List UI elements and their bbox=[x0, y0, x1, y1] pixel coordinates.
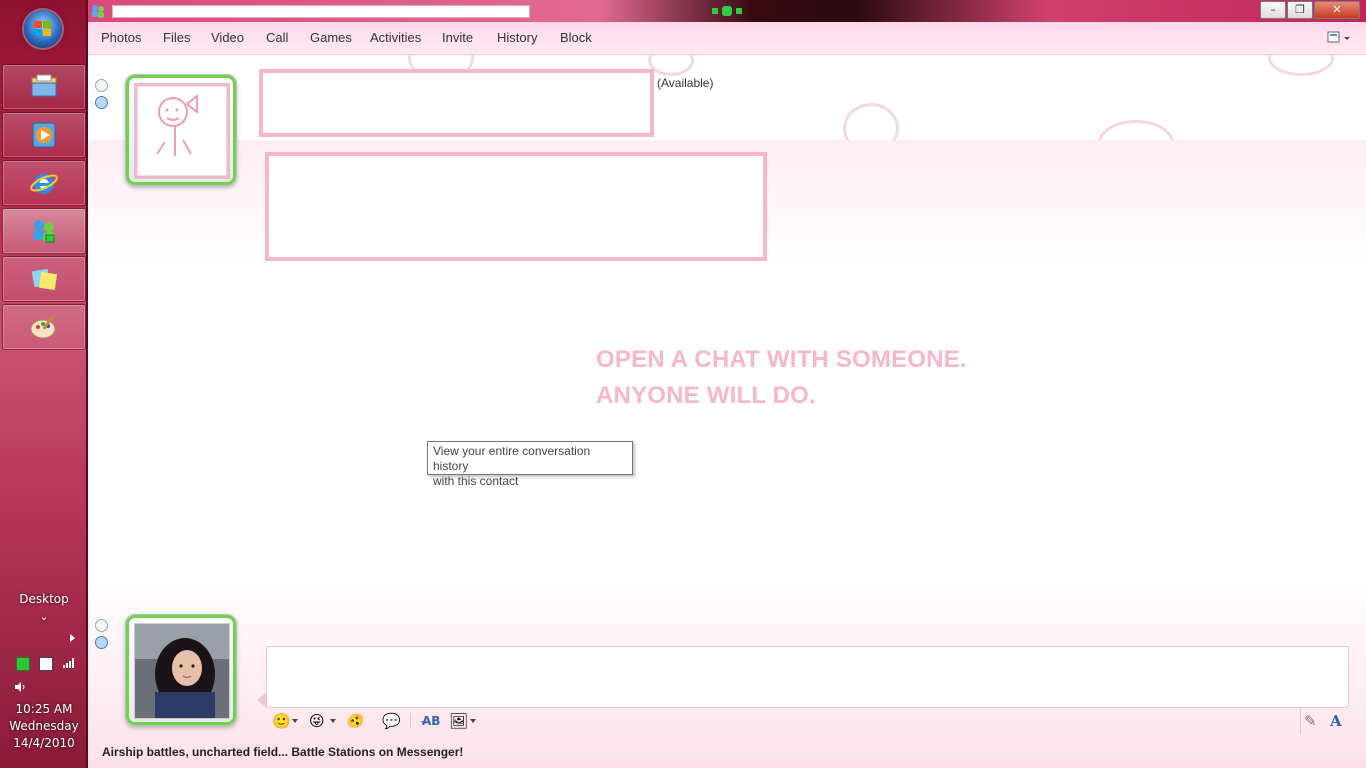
voice-clip-icon[interactable]: 💬 bbox=[382, 713, 401, 729]
menu-block[interactable]: Block bbox=[560, 30, 592, 45]
clock-day[interactable]: Wednesday bbox=[0, 719, 88, 733]
webcam-icon[interactable] bbox=[95, 96, 108, 109]
taskbar-button-paint[interactable] bbox=[2, 304, 86, 350]
type-mode-icon[interactable]: A bbox=[1330, 713, 1342, 729]
menu-bar: Photos Files Video Call Games Activities… bbox=[88, 22, 1366, 55]
wink-dropdown-icon[interactable] bbox=[330, 719, 336, 723]
internet-explorer-icon bbox=[30, 174, 58, 194]
emoticon-icon[interactable]: 🙂 bbox=[272, 713, 291, 729]
status-indicator-icon bbox=[712, 6, 742, 16]
own-webcam-icon[interactable] bbox=[95, 636, 108, 649]
messenger-icon bbox=[33, 220, 55, 243]
taskbar-button-sticky-notes[interactable] bbox=[2, 256, 86, 302]
taskbar-button-media-player[interactable] bbox=[2, 112, 86, 158]
menu-photos[interactable]: Photos bbox=[101, 30, 141, 45]
toolbar-separator bbox=[410, 713, 411, 729]
menu-invite[interactable]: Invite bbox=[442, 30, 473, 45]
collapse-own-picture-icon[interactable] bbox=[95, 619, 108, 632]
expand-tray-icon[interactable] bbox=[70, 634, 75, 642]
network-icon[interactable] bbox=[62, 657, 74, 669]
chevron-down-icon[interactable]: ⌄ bbox=[0, 610, 88, 623]
volume-icon[interactable] bbox=[14, 681, 26, 693]
show-menu-icon[interactable] bbox=[1327, 31, 1351, 45]
background-doodle bbox=[648, 55, 694, 76]
media-player-icon bbox=[32, 122, 56, 148]
window-title-bar[interactable]: – ❐ ✕ bbox=[88, 0, 1366, 22]
conversation-message-line-1: OPEN A CHAT WITH SOMEONE. bbox=[596, 346, 967, 373]
taskbar-button-explorer[interactable] bbox=[2, 64, 86, 110]
windows-logo-icon bbox=[34, 21, 52, 37]
tooltip-line-2: with this contact bbox=[433, 474, 519, 488]
sticky-notes-icon bbox=[31, 268, 58, 291]
emoticon-dropdown-icon[interactable] bbox=[292, 719, 298, 723]
collapse-picture-icon[interactable] bbox=[95, 79, 108, 92]
history-tooltip: View your entire conversation history wi… bbox=[427, 441, 633, 488]
contact-avatar-frame[interactable] bbox=[125, 74, 237, 186]
messenger-tray-icon[interactable] bbox=[16, 657, 30, 671]
taskbar-button-messenger[interactable] bbox=[2, 208, 86, 254]
paint-icon bbox=[30, 314, 56, 339]
ad-banner-text[interactable]: Airship battles, uncharted field... Batt… bbox=[102, 745, 463, 759]
file-explorer-icon bbox=[31, 74, 57, 97]
message-box bbox=[265, 152, 767, 261]
contact-status: (Available) bbox=[657, 76, 714, 90]
desktop-label[interactable]: Desktop bbox=[0, 592, 88, 606]
handwrite-icon[interactable]: ✎ bbox=[1304, 713, 1317, 729]
start-button[interactable] bbox=[24, 10, 62, 48]
clock-time[interactable]: 10:25 AM bbox=[0, 702, 88, 716]
menu-games[interactable]: Games bbox=[310, 30, 352, 45]
font-icon[interactable]: A̶B bbox=[422, 713, 440, 729]
action-center-icon[interactable] bbox=[39, 657, 53, 671]
background-doodle bbox=[843, 103, 899, 140]
background-doodle bbox=[1268, 55, 1334, 76]
taskbar: Desktop ⌄ 10:25 AM Wednesday 14/4/2010 bbox=[0, 0, 88, 768]
minimize-button[interactable]: – bbox=[1260, 1, 1286, 19]
background-icon[interactable]: 🖼 bbox=[449, 713, 468, 729]
wink-icon[interactable]: 😜 bbox=[309, 713, 325, 729]
contact-avatar bbox=[134, 83, 230, 179]
own-avatar bbox=[134, 623, 230, 719]
menu-files[interactable]: Files bbox=[163, 30, 190, 45]
maximize-button[interactable]: ❐ bbox=[1287, 1, 1313, 19]
window-title bbox=[112, 5, 530, 18]
own-avatar-frame[interactable] bbox=[125, 614, 237, 726]
clock-date[interactable]: 14/4/2010 bbox=[0, 736, 88, 750]
conversation-message-line-2: ANYONE WILL DO. bbox=[596, 382, 816, 409]
menu-history[interactable]: History bbox=[497, 30, 537, 45]
background-dropdown-icon[interactable] bbox=[470, 719, 476, 723]
nudge-icon[interactable]: 🫨 bbox=[346, 713, 365, 729]
close-button[interactable]: ✕ bbox=[1314, 1, 1360, 19]
input-toolbar: 🙂 😜 🫨 💬 A̶B 🖼 ✎ A bbox=[266, 708, 1347, 734]
messenger-app-icon bbox=[92, 5, 104, 18]
menu-video[interactable]: Video bbox=[211, 30, 244, 45]
contact-name-box bbox=[259, 69, 654, 137]
message-input[interactable] bbox=[266, 646, 1349, 708]
background-doodle bbox=[1098, 120, 1174, 140]
menu-activities[interactable]: Activities bbox=[370, 30, 421, 45]
menu-call[interactable]: Call bbox=[266, 30, 288, 45]
taskbar-button-internet-explorer[interactable] bbox=[2, 160, 86, 206]
tooltip-line-1: View your entire conversation history bbox=[433, 444, 591, 473]
